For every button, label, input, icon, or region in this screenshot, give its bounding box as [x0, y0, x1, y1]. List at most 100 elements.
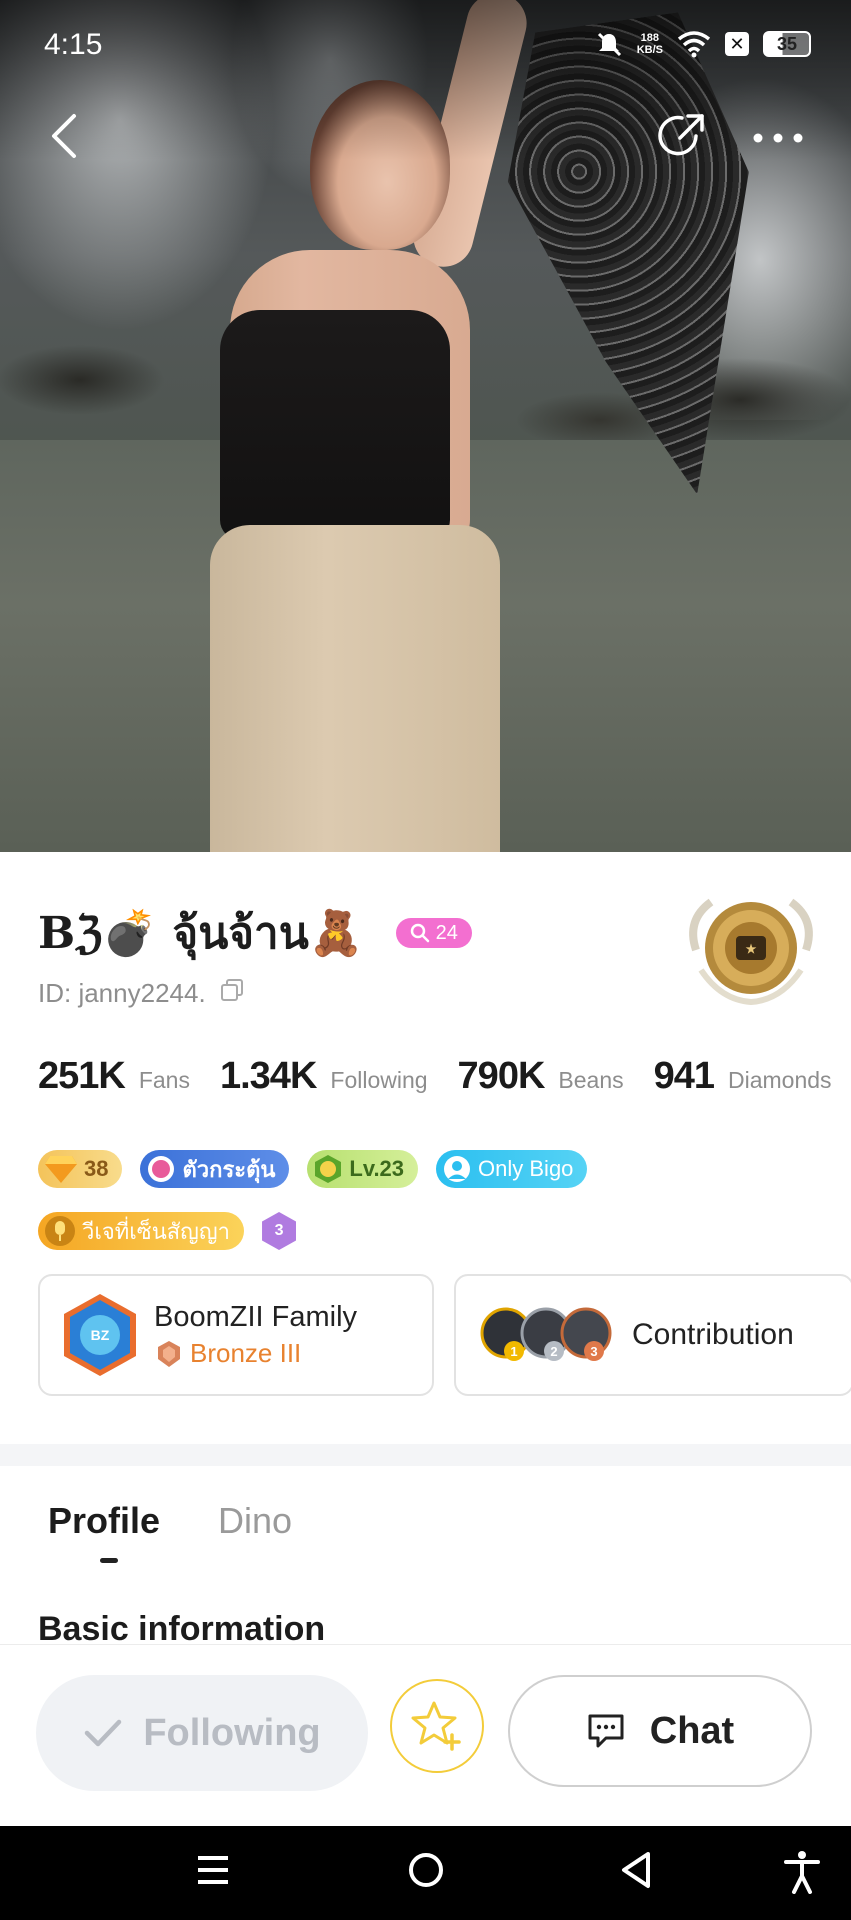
search-rank-badge[interactable]: 24 — [395, 918, 472, 948]
search-icon — [410, 923, 429, 943]
status-bar: 4:15 188 KB/S ✕ 35 — [0, 0, 851, 92]
microphone-icon — [45, 1216, 75, 1246]
home-icon — [409, 1853, 443, 1887]
person-top — [220, 310, 450, 540]
signed-vj-badge[interactable]: วีเจที่เซ็นสัญญา — [38, 1212, 245, 1250]
booster-icon — [148, 1156, 175, 1182]
status-icons: 188 KB/S ✕ 35 — [595, 30, 811, 58]
back-triangle-icon — [622, 1852, 650, 1888]
booster-label: ตัวกระตุ้น — [182, 1156, 276, 1182]
diamonds-count[interactable]: 941 — [654, 1055, 715, 1098]
person-figure — [190, 0, 533, 852]
network-speed: 188 KB/S — [637, 32, 663, 56]
gem-level-badge[interactable]: 38 — [38, 1150, 123, 1188]
hex-rank-value: 3 — [274, 1222, 284, 1239]
family-rank-label: Bronze III — [190, 1338, 302, 1368]
network-speed-unit: KB/S — [636, 44, 663, 56]
section-divider — [0, 1444, 851, 1466]
fans-label[interactable]: Fans — [139, 1067, 190, 1094]
bronze-rank-icon — [158, 1340, 180, 1367]
gem-level-value: 38 — [84, 1156, 109, 1181]
star-plus-icon — [411, 1701, 461, 1751]
tab-dino[interactable]: Dino — [218, 1500, 292, 1542]
profile-stats: 251K Fans 1.34K Following 790K Beans 941… — [38, 1055, 848, 1098]
family-name: BoomZII Family — [154, 1301, 358, 1333]
bottom-action-bar: Following Chat — [0, 1644, 851, 1826]
hex-rank-badge[interactable]: 3 — [262, 1212, 297, 1250]
mute-bell-icon — [597, 32, 621, 57]
person-pants — [210, 525, 500, 852]
more-icon — [753, 133, 803, 143]
back-button[interactable] — [44, 110, 84, 162]
search-badge-count: 24 — [435, 921, 458, 944]
badge-row-2: วีเจที่เซ็นสัญญา 3 — [38, 1212, 297, 1250]
share-icon — [658, 114, 704, 156]
user-level-badge[interactable]: Lv.23 — [307, 1150, 419, 1188]
home-nav-button[interactable] — [406, 1850, 446, 1895]
following-label[interactable]: Following — [330, 1067, 427, 1094]
svg-text:2: 2 — [550, 1344, 557, 1359]
more-options-button[interactable] — [748, 118, 808, 158]
user-id-row: ID: janny2244. — [38, 978, 244, 1009]
battery-level: 35 — [776, 33, 798, 54]
basic-information-heading: Basic information — [38, 1610, 326, 1646]
only-bigo-label: Only Bigo — [478, 1156, 574, 1181]
accessibility-nav-button[interactable] — [782, 1850, 822, 1899]
profile-name-row: Bℨ💣 จุ้นจ้าน🧸 24 — [38, 898, 472, 968]
status-time: 4:15 — [44, 28, 103, 61]
only-bigo-badge[interactable]: Only Bigo — [436, 1150, 588, 1188]
copy-icon — [220, 979, 243, 1001]
fans-count[interactable]: 251K — [38, 1055, 126, 1098]
share-button[interactable] — [656, 110, 708, 162]
battery-icon: 35 — [763, 31, 811, 57]
family-logo-icon: BZ — [64, 1294, 136, 1376]
following-button-label: Following — [143, 1711, 321, 1754]
level-icon — [315, 1155, 342, 1183]
profile-cover-photo[interactable] — [0, 0, 851, 852]
back-icon — [52, 114, 76, 158]
family-card[interactable]: BZ BoomZII Family Bronze III — [38, 1274, 434, 1396]
contribution-label: Contribution — [632, 1318, 794, 1351]
chat-button-label: Chat — [649, 1709, 735, 1752]
user-id-text: ID: janny2244. — [38, 978, 206, 1008]
contributor-avatars-icon: 1 2 3 — [480, 1307, 612, 1361]
active-tab-indicator — [100, 1558, 118, 1563]
chat-icon — [588, 1714, 624, 1748]
anniversary-medal[interactable]: ★ — [676, 890, 826, 1010]
system-nav-bar — [0, 1826, 851, 1920]
network-speed-value: 188 — [640, 32, 660, 44]
profile-tabs: Profile Dino — [48, 1500, 292, 1542]
user-level-label: Lv.23 — [349, 1156, 405, 1181]
svg-text:BZ: BZ — [91, 1327, 110, 1343]
tab-profile[interactable]: Profile — [48, 1500, 160, 1542]
profile-display-name: Bℨ💣 จุ้นจ้าน🧸 — [38, 908, 364, 959]
diamonds-label[interactable]: Diamonds — [728, 1067, 832, 1094]
menu-icon — [198, 1856, 228, 1884]
family-info: BoomZII Family Bronze III — [154, 1301, 357, 1369]
chat-button[interactable]: Chat — [508, 1675, 812, 1787]
signed-vj-label: วีเจที่เซ็นสัญญา — [82, 1218, 231, 1244]
following-count[interactable]: 1.34K — [220, 1055, 317, 1098]
family-rank-row: Bronze III — [154, 1338, 357, 1369]
back-nav-button[interactable] — [618, 1850, 654, 1895]
favorite-button[interactable] — [390, 1679, 484, 1773]
accessibility-icon — [784, 1851, 820, 1894]
svg-text:3: 3 — [590, 1344, 597, 1359]
beans-count[interactable]: 790K — [458, 1055, 546, 1098]
bigo-avatar-icon — [444, 1156, 471, 1182]
svg-text:★: ★ — [746, 942, 757, 956]
beans-label[interactable]: Beans — [558, 1067, 623, 1094]
booster-badge[interactable]: ตัวกระตุ้น — [140, 1150, 290, 1188]
recents-nav-button[interactable] — [196, 1850, 230, 1895]
profile-cards: BZ BoomZII Family Bronze III 1 2 3 Contr… — [38, 1274, 851, 1396]
svg-text:1: 1 — [510, 1344, 517, 1359]
wifi-icon — [677, 31, 711, 58]
copy-id-button[interactable] — [220, 978, 244, 1009]
badge-row-1: 38 ตัวกระตุ้น Lv.23 Only Bigo — [38, 1150, 588, 1188]
contribution-card[interactable]: 1 2 3 Contribution — [454, 1274, 851, 1396]
x-notification-icon: ✕ — [725, 32, 749, 56]
medal-icon: ★ — [689, 898, 813, 1006]
check-icon — [85, 1719, 122, 1747]
following-button[interactable]: Following — [36, 1675, 368, 1791]
diamond-icon — [45, 1156, 77, 1183]
